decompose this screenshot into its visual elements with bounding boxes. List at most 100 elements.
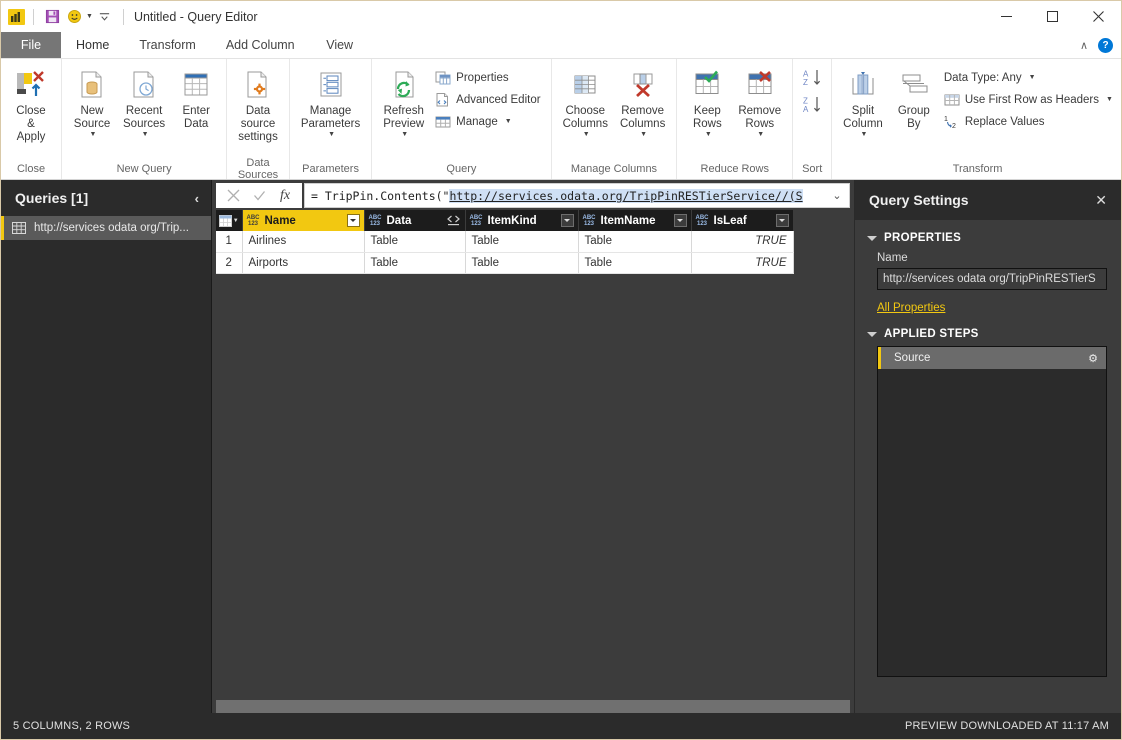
tab-transform[interactable]: Transform [124, 32, 211, 58]
chevron-down-icon[interactable]: ▼ [90, 131, 97, 138]
advanced-editor-button[interactable]: Advanced Editor [430, 89, 545, 110]
new-source-button[interactable]: New Source ▼ [67, 63, 117, 141]
column-header-isleaf[interactable]: ABC 123 IsLeaf [691, 210, 794, 231]
sort-descending-button[interactable]: Z A [798, 94, 826, 115]
gear-icon[interactable]: ⚙ [1088, 352, 1098, 365]
use-first-row-as-headers-button[interactable]: Use First Row as Headers ▼ [939, 89, 1118, 110]
main-area: Queries [1] ‹ http://services odata org/… [1, 180, 1121, 713]
tab-home[interactable]: Home [61, 32, 125, 58]
cell-itemkind[interactable]: Table [465, 231, 579, 253]
cancel-formula-icon[interactable] [220, 184, 246, 208]
formula-input[interactable]: = TripPin.Contents("http://services.odat… [304, 183, 850, 208]
column-header-itemkind[interactable]: ABC 123 ItemKind [465, 210, 579, 231]
recent-sources-button[interactable]: Recent Sources ▼ [117, 63, 171, 141]
ribbon-group-transform: Split Column ▼ Group By Data Type: Any ▼… [832, 59, 1122, 179]
chevron-down-icon[interactable]: ▼ [1029, 74, 1036, 81]
cell-data[interactable]: Table [364, 231, 466, 253]
cell-isleaf[interactable]: TRUE [691, 231, 794, 253]
chevron-down-icon[interactable]: ▼ [757, 131, 764, 138]
applied-step-source[interactable]: Source ⚙ [878, 347, 1106, 369]
enter-data-button[interactable]: Enter Data [171, 63, 221, 134]
chevron-down-icon[interactable]: ▼ [401, 131, 408, 138]
manage-button[interactable]: Manage ▼ [430, 111, 545, 132]
chevron-down-icon[interactable]: ▼ [1106, 96, 1113, 103]
properties-section-header[interactable]: PROPERTIES [855, 220, 1121, 250]
cell-itemname[interactable]: Table [578, 231, 692, 253]
chevron-down-icon[interactable]: ▼ [328, 131, 335, 138]
expand-column-icon[interactable] [446, 215, 461, 226]
tab-view[interactable]: View [310, 32, 370, 58]
column-filter-dropdown-icon[interactable] [673, 214, 687, 227]
collapse-ribbon-icon[interactable]: ∧ [1080, 39, 1088, 52]
close-button[interactable] [1075, 1, 1121, 32]
close-settings-icon[interactable]: ✕ [1095, 192, 1107, 209]
minimize-button[interactable] [983, 1, 1029, 32]
expand-formula-icon[interactable]: ⌄ [825, 189, 849, 202]
replace-values-button[interactable]: 1 2 Replace Values [939, 111, 1118, 132]
cell-isleaf[interactable]: TRUE [691, 252, 794, 274]
data-type-button[interactable]: Data Type: Any ▼ [939, 67, 1118, 88]
column-filter-dropdown-icon[interactable] [560, 214, 574, 227]
column-header-name[interactable]: ABC 123 Name [242, 210, 365, 231]
query-name-input[interactable]: http://services odata org/TripPinRESTier… [877, 268, 1107, 290]
table-row[interactable]: 1 Airlines Table Table Table TRUE [216, 231, 794, 253]
select-all-cell[interactable]: ▼ [216, 210, 243, 231]
close-and-apply-button[interactable]: Close & Apply [6, 63, 56, 147]
ribbon-group-label-sort: Sort [802, 162, 823, 175]
table-row[interactable]: 2 Airports Table Table Table TRUE [216, 252, 794, 274]
column-header-itemname[interactable]: ABC 123 ItemName [578, 210, 692, 231]
cell-itemkind[interactable]: Table [465, 252, 579, 274]
help-icon[interactable]: ? [1098, 38, 1113, 53]
ribbon-group-data-sources: Data source settings Data Sources [227, 59, 290, 181]
customize-quick-access-icon[interactable] [95, 7, 115, 27]
column-filter-dropdown-icon[interactable] [775, 214, 789, 227]
chevron-down-icon[interactable]: ▼ [142, 131, 149, 138]
chevron-down-icon[interactable]: ▼ [505, 118, 512, 125]
all-properties-link[interactable]: All Properties [855, 290, 945, 314]
tab-file[interactable]: File [1, 32, 61, 58]
cell-itemname[interactable]: Table [578, 252, 692, 274]
cell-name[interactable]: Airlines [242, 231, 365, 253]
query-settings-title: Query Settings [869, 192, 969, 208]
column-filter-dropdown-icon[interactable] [346, 214, 360, 227]
chevron-down-icon[interactable]: ▼ [705, 131, 712, 138]
close-apply-icon [14, 67, 48, 103]
title-bar: ▼ Untitled - Query Editor [1, 1, 1121, 32]
sort-ascending-button[interactable]: A Z [798, 67, 826, 88]
cell-name[interactable]: Airports [242, 252, 365, 274]
undo-smiley-icon[interactable] [64, 7, 84, 27]
fx-icon[interactable]: fx [272, 184, 298, 208]
confirm-formula-icon[interactable] [246, 184, 272, 208]
refresh-preview-button[interactable]: Refresh Preview ▼ [377, 63, 430, 141]
query-settings-pane: Query Settings ✕ PROPERTIES Name http://… [854, 180, 1121, 713]
remove-columns-button[interactable]: Remove Columns ▼ [614, 63, 671, 141]
tab-add-column[interactable]: Add Column [211, 32, 310, 58]
queries-title: Queries [1] [15, 190, 89, 206]
chevron-down-icon[interactable]: ▼ [861, 131, 868, 138]
grid-horizontal-scrollbar[interactable] [216, 700, 850, 713]
keep-rows-button[interactable]: Keep Rows ▼ [682, 63, 732, 141]
cell-data[interactable]: Table [364, 252, 466, 274]
query-list-item[interactable]: http://services odata org/Trip... [1, 216, 211, 240]
applied-steps-section-header[interactable]: APPLIED STEPS [855, 316, 1121, 346]
properties-label: Properties [456, 71, 509, 84]
maximize-button[interactable] [1029, 1, 1075, 32]
column-type-icon: ABC 123 [582, 214, 596, 227]
manage-parameters-button[interactable]: Manage Parameters ▼ [295, 63, 366, 141]
chevron-down-icon[interactable]: ▼ [640, 131, 647, 138]
group-by-button[interactable]: Group By [889, 63, 939, 134]
chevron-down-icon[interactable]: ▼ [583, 131, 590, 138]
chevron-down-icon[interactable]: ▼ [86, 13, 93, 20]
split-column-icon [847, 67, 879, 103]
choose-columns-button[interactable]: Choose Columns ▼ [557, 63, 614, 141]
group-by-label: Group By [897, 105, 930, 130]
remove-rows-button[interactable]: Remove Rows ▼ [732, 63, 787, 141]
chevron-down-icon[interactable]: ▼ [233, 218, 239, 224]
svg-text:1: 1 [944, 116, 948, 123]
column-header-data[interactable]: ABC 123 Data [364, 210, 466, 231]
split-column-button[interactable]: Split Column ▼ [837, 63, 889, 141]
properties-button[interactable]: Properties [430, 67, 545, 88]
data-source-settings-button[interactable]: Data source settings [232, 63, 284, 147]
save-icon[interactable] [42, 7, 62, 27]
collapse-queries-icon[interactable]: ‹ [195, 191, 199, 206]
